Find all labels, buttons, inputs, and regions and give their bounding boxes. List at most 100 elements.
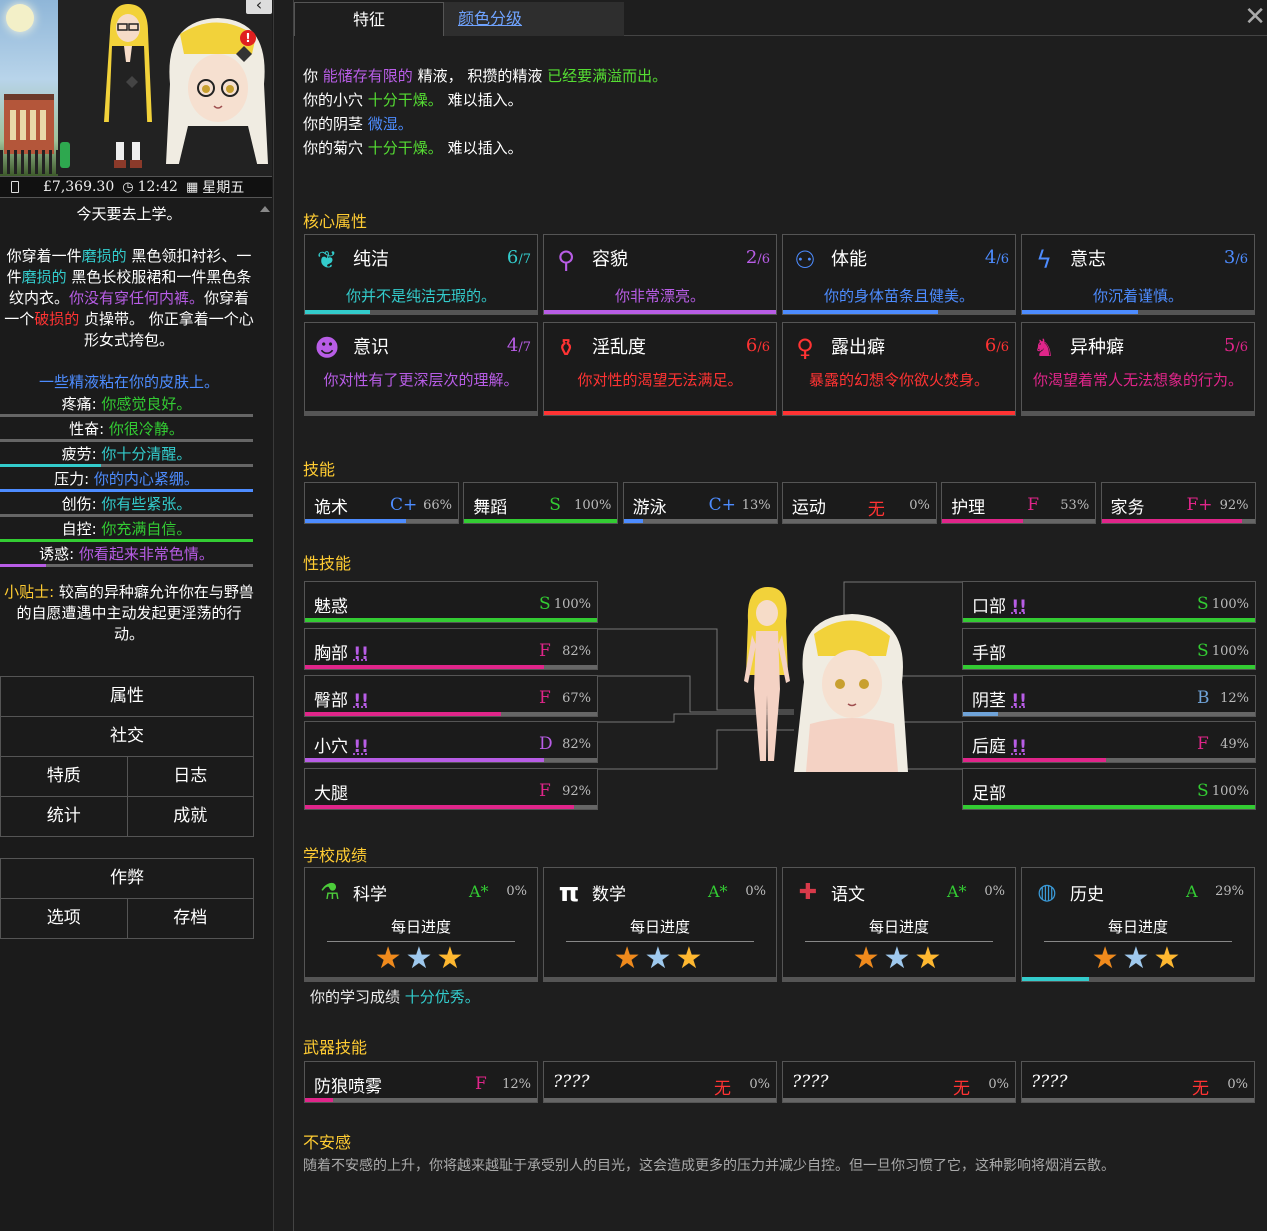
- attribute-card[interactable]: ♞ 异种癖 5/6 你渴望着常人无法想象的行为。: [1021, 322, 1255, 416]
- skill-card[interactable]: 诡术 C+ 66%: [304, 482, 459, 524]
- scene-background: [0, 0, 58, 176]
- school-subject-card[interactable]: ◍ 历史 A 29% 每日进度 ★★★: [1021, 867, 1255, 982]
- sex-skill-label: 大腿: [314, 784, 348, 805]
- weapon-skill-card[interactable]: ???? 无 0%: [1021, 1061, 1255, 1103]
- stats-button[interactable]: 统计: [0, 796, 128, 837]
- sex-skill-card[interactable]: 足部 S 100%: [962, 768, 1256, 811]
- social-button[interactable]: 社交: [0, 716, 254, 757]
- sex-skill-card[interactable]: 阴茎 !! B 12%: [962, 674, 1256, 717]
- attribute-name: 露出癖: [831, 337, 885, 358]
- attribute-level-max: /7: [518, 252, 531, 267]
- school-subject-card[interactable]: ✚ 语文 A* 0% 每日进度 ★★★: [782, 867, 1016, 982]
- school-subject-card[interactable]: π 数学 A* 0% 每日进度 ★★★: [543, 867, 777, 982]
- attribute-card[interactable]: ❦ 纯洁 6/7 你并不是纯洁无瑕的。: [304, 234, 538, 315]
- figure-icon: ♀: [796, 334, 814, 362]
- meter-label: 性奋:: [69, 420, 105, 438]
- skill-card[interactable]: 家务 F+ 92%: [1100, 482, 1256, 524]
- sex-skill-grade: F: [539, 781, 551, 802]
- potion-icon: ⚱: [555, 334, 577, 362]
- status-meter[interactable]: 性奋: 你很冷静。: [0, 418, 253, 443]
- sex-skill-card[interactable]: 大腿 F 92%: [304, 768, 598, 811]
- skill-card[interactable]: 游泳 C+ 13%: [622, 482, 778, 524]
- daily-progress-stars: ★★★: [1022, 944, 1254, 974]
- attribute-bar-track: [305, 411, 537, 415]
- cheats-button[interactable]: 作弊: [0, 858, 254, 899]
- vagina-line: 你的小穴 十分干燥。 难以插入。: [303, 88, 667, 112]
- sex-skill-card[interactable]: 口部 !! S 100%: [962, 581, 1256, 623]
- journal-button[interactable]: 日志: [126, 756, 254, 797]
- attribute-card[interactable]: ⚱ 淫乱度 6/6 你对性的渴望无法满足。: [543, 322, 777, 416]
- status-meter[interactable]: 创伤: 你有些紧张。: [0, 493, 253, 518]
- status-meter[interactable]: 自控: 你充满自信。: [0, 518, 253, 543]
- attributes-button[interactable]: 属性: [0, 676, 254, 717]
- sex-skill-card[interactable]: 胸部 !! F 82%: [304, 627, 598, 670]
- status-meter[interactable]: 疲劳: 你十分清醒。: [0, 443, 253, 468]
- warning-marker: !!: [353, 690, 369, 711]
- anus-line: 你的菊穴 十分干燥。 难以插入。: [303, 136, 667, 160]
- attribute-name: 淫乱度: [592, 337, 646, 358]
- weapon-grade: 无: [1192, 1079, 1209, 1099]
- sex-skill-card[interactable]: 手部 S 100%: [962, 627, 1256, 670]
- skill-name: 护理: [951, 498, 986, 518]
- alert-badge[interactable]: !: [240, 30, 256, 46]
- school-subject-card[interactable]: ⚗ 科学 A* 0% 每日进度 ★★★: [304, 867, 538, 982]
- skill-name: 家务: [1110, 498, 1145, 518]
- intro-text: 你的小穴: [303, 91, 368, 109]
- skill-card[interactable]: 运动 无 0%: [781, 482, 937, 524]
- attribute-card[interactable]: ♀ 露出癖 6/6 暴露的幻想令你欲火焚身。: [782, 322, 1016, 416]
- meter-value: 你很冷静。: [108, 420, 184, 438]
- attribute-card[interactable]: ⚇ 体能 4/6 你的身体苗条且健美。: [782, 234, 1016, 315]
- sex-skill-card[interactable]: 臀部 !! F 67%: [304, 674, 598, 717]
- attribute-name: 意识: [353, 337, 389, 358]
- tab-traits[interactable]: 特征: [294, 2, 444, 36]
- achievements-button[interactable]: 成就: [126, 796, 254, 837]
- tab-color-grading[interactable]: 颜色分级: [444, 2, 624, 36]
- scroll-up-arrow[interactable]: [260, 206, 270, 212]
- meter-fill: [0, 539, 253, 542]
- subject-bar-track: [544, 977, 776, 981]
- weapon-skill-card[interactable]: 防狼喷雾 F 12%: [304, 1061, 538, 1103]
- sex-skill-bar-fill: [305, 664, 545, 669]
- attribute-level-value: 2: [745, 247, 758, 268]
- attribute-level-max: /7: [518, 340, 531, 355]
- options-button[interactable]: 选项: [0, 898, 128, 939]
- sex-skill-card[interactable]: 魅惑 S 100%: [304, 581, 598, 623]
- warning-marker: !!: [1011, 737, 1027, 758]
- sex-skill-name: 胸部 !!: [314, 639, 369, 664]
- time-value: 12:42: [137, 179, 178, 195]
- saves-button[interactable]: 存档: [126, 898, 254, 939]
- section-school: 学校成绩: [303, 846, 368, 865]
- daily-progress-stars: ★★★: [305, 944, 537, 974]
- skill-percent: 100%: [574, 498, 612, 513]
- sex-skill-bar-fill: [963, 805, 1255, 810]
- weapon-skill-card[interactable]: ???? 无 0%: [543, 1061, 777, 1103]
- insecurity-description: 随着不安感的上升，你将越来越耻于承受别人的目光，这会造成更多的压力并减少自控。但…: [303, 1158, 1115, 1174]
- traits-button[interactable]: 特质: [0, 756, 128, 797]
- sex-skill-label: 魅惑: [314, 597, 348, 617]
- attribute-description: 你并不是纯洁无瑕的。: [345, 287, 496, 305]
- skill-card[interactable]: 护理 F 53%: [941, 482, 1097, 524]
- sex-skill-bar-fill: [305, 618, 597, 622]
- weapon-skill-card[interactable]: ???? 无 0%: [782, 1061, 1016, 1103]
- star-icon: ★: [914, 941, 946, 976]
- attribute-level: 5/6: [1224, 335, 1248, 356]
- status-meter[interactable]: 压力: 你的内心紧绷。: [0, 468, 253, 493]
- attribute-card[interactable]: ϟ 意志 3/6 你沉着谨慎。: [1021, 234, 1255, 315]
- attribute-card[interactable]: ☻ 意识 4/7 你对性有了更深层次的理解。: [304, 322, 538, 416]
- subject-percent: 0%: [745, 884, 766, 899]
- skill-bar-fill: [623, 519, 644, 523]
- sex-skill-card[interactable]: 后庭 !! F 49%: [962, 721, 1256, 764]
- status-meter[interactable]: 疼痛: 你感觉良好。: [0, 393, 253, 418]
- collapse-sidebar-button[interactable]: ‹: [246, 0, 272, 14]
- intro-highlight: 微湿。: [367, 115, 413, 133]
- no-underwear-text: 你没有穿任何内裤。: [68, 289, 204, 307]
- meter-label: 诱惑:: [39, 545, 75, 563]
- worn-label: 磨损的: [81, 247, 127, 265]
- status-meter[interactable]: 诱惑: 你看起来非常色情。: [0, 543, 253, 568]
- phone-icon[interactable]: [11, 181, 19, 193]
- attribute-card[interactable]: ⚲ 容貌 2/6 你非常漂亮。: [543, 234, 777, 315]
- sex-skill-card[interactable]: 小穴 !! D 82%: [304, 721, 598, 764]
- intro-text: 难以插入。: [442, 91, 523, 109]
- close-icon[interactable]: ✕: [1244, 2, 1266, 32]
- skill-card[interactable]: 舞蹈 S 100%: [463, 482, 619, 524]
